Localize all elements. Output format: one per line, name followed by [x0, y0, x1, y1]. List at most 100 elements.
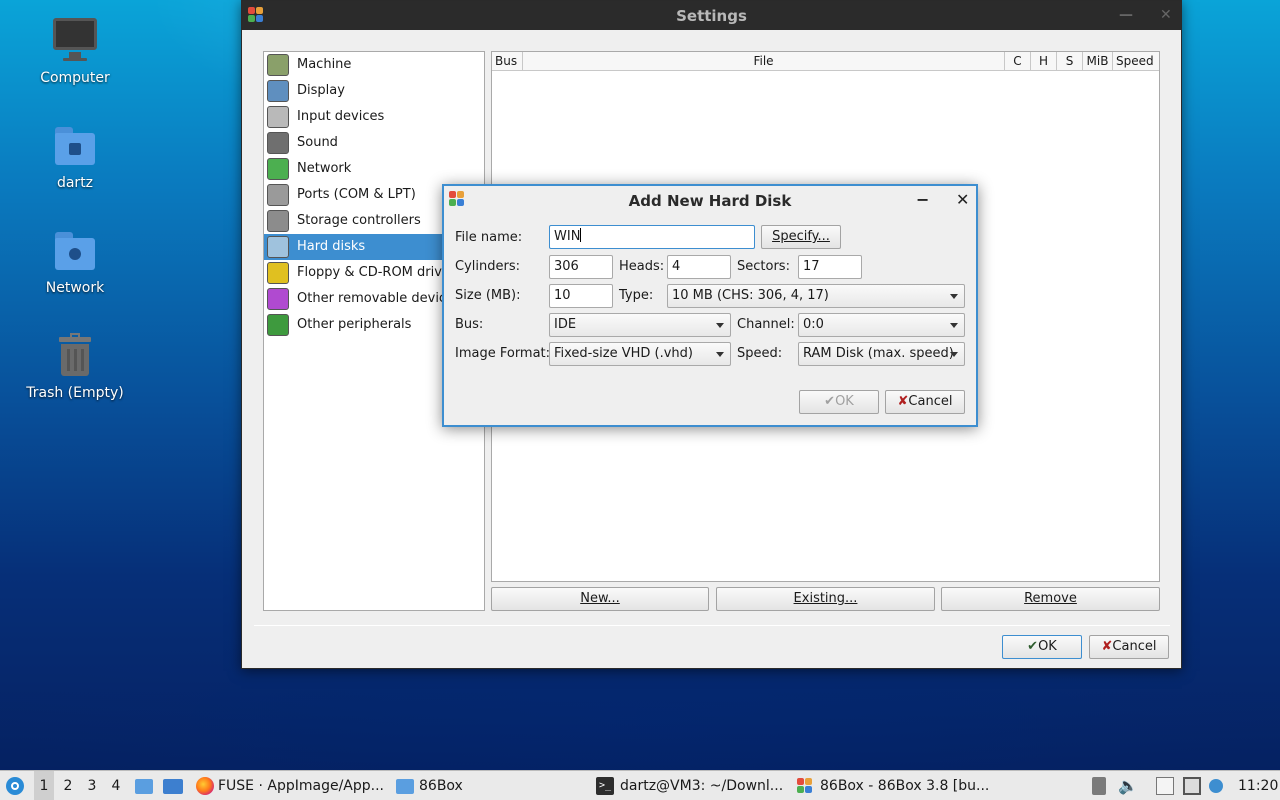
dialog-cancel-button[interactable]: ✘Cancel [885, 390, 965, 414]
desktop-icon-label: Trash (Empty) [26, 385, 124, 401]
tray-up-icon[interactable] [1092, 777, 1106, 795]
remove-disk-button[interactable]: Remove [941, 587, 1160, 611]
settings-titlebar[interactable]: Settings — ✕ [242, 1, 1181, 30]
category-label: Other peripherals [297, 317, 412, 332]
terminal-icon: >_ [596, 777, 614, 795]
specify-button[interactable]: Specify... [761, 225, 841, 249]
update-notifier-icon[interactable] [1209, 779, 1223, 793]
existing-disk-button[interactable]: Existing... [716, 587, 935, 611]
category-label: Input devices [297, 109, 385, 124]
ports-icon [267, 184, 289, 206]
size-input[interactable]: 10 [549, 284, 613, 308]
task-86box-folder[interactable]: 86Box [392, 771, 582, 800]
desktop-icon-trash[interactable]: Trash (Empty) [15, 331, 135, 401]
chevron-down-icon [950, 352, 958, 357]
category-label: Display [297, 83, 345, 98]
column-header-file[interactable]: File [523, 52, 1005, 70]
sectors-input[interactable]: 17 [798, 255, 862, 279]
hard-disk-icon [267, 236, 289, 258]
network-status-icon[interactable] [1183, 777, 1201, 795]
button-label: New... [580, 591, 620, 606]
speed-select-value: RAM Disk (max. speed) [803, 346, 954, 361]
minimize-icon[interactable]: — [1119, 7, 1133, 23]
settings-cancel-button[interactable]: ✘Cancel [1089, 635, 1169, 659]
app-menu-icon[interactable] [6, 777, 24, 795]
heads-input[interactable]: 4 [667, 255, 731, 279]
button-label: Existing... [793, 591, 858, 606]
type-select[interactable]: 10 MB (CHS: 306, 4, 17) [667, 284, 965, 308]
button-label: Remove [1024, 591, 1077, 606]
workspace-3[interactable]: 3 [82, 771, 102, 800]
trash-icon [51, 331, 99, 379]
column-header-speed[interactable]: Speed [1113, 52, 1159, 70]
settings-title: Settings [676, 7, 747, 25]
category-input-devices[interactable]: Input devices [264, 104, 484, 130]
new-disk-button[interactable]: New... [491, 587, 709, 611]
category-label: Floppy & CD-ROM drives [297, 265, 457, 280]
peripherals-icon [267, 314, 289, 336]
cancel-x-icon: ✘ [1101, 639, 1113, 654]
button-label: Cancel [1112, 639, 1157, 654]
column-header-mib[interactable]: MiB [1083, 52, 1113, 70]
input-devices-icon [267, 106, 289, 128]
sectors-label: Sectors: [737, 259, 790, 274]
workspace-1[interactable]: 1 [34, 771, 54, 800]
clipboard-icon[interactable] [1156, 777, 1174, 795]
minimize-icon[interactable]: − [916, 190, 929, 209]
dialog-ok-button[interactable]: ✔OK [799, 390, 879, 414]
desktop-icon-network[interactable]: Network [15, 226, 135, 296]
category-display[interactable]: Display [264, 78, 484, 104]
category-network[interactable]: Network [264, 156, 484, 182]
chevron-down-icon [716, 352, 724, 357]
bus-select[interactable]: IDE [549, 313, 731, 337]
image-format-label: Image Format: [455, 346, 551, 361]
category-sound[interactable]: Sound [264, 130, 484, 156]
floppy-cdrom-icon [267, 262, 289, 284]
file-manager-launcher-icon[interactable] [135, 779, 153, 794]
button-label: OK [835, 394, 854, 409]
ok-check-icon: ✔ [1027, 639, 1039, 654]
heads-label: Heads: [619, 259, 665, 274]
cylinders-input[interactable]: 306 [549, 255, 613, 279]
file-name-label: File name: [455, 230, 523, 245]
image-format-select-value: Fixed-size VHD (.vhd) [554, 346, 693, 361]
chevron-down-icon [950, 294, 958, 299]
column-header-h[interactable]: H [1031, 52, 1057, 70]
taskbar: 1 2 3 4 FUSE · AppImage/App... 86Box >_ … [0, 770, 1280, 800]
task-terminal[interactable]: >_ dartz@VM3: ~/Downl... [592, 771, 788, 800]
channel-select[interactable]: 0:0 [798, 313, 965, 337]
task-firefox[interactable]: FUSE · AppImage/App... [192, 771, 384, 800]
dialog-titlebar[interactable]: Add New Hard Disk − ✕ [444, 186, 976, 214]
bus-select-value: IDE [554, 317, 577, 332]
desktop-icon-computer[interactable]: Computer [15, 16, 135, 86]
column-header-c[interactable]: C [1005, 52, 1031, 70]
firefox-icon [196, 777, 214, 795]
button-label: Specify... [772, 229, 830, 244]
category-machine[interactable]: Machine [264, 52, 484, 78]
channel-select-value: 0:0 [803, 317, 824, 332]
volume-icon[interactable]: 🔈 [1118, 771, 1138, 800]
category-label: Ports (COM & LPT) [297, 187, 416, 202]
task-86box-settings[interactable]: 86Box - 86Box 3.8 [bu... [792, 771, 990, 800]
clock[interactable]: 11:20 [1238, 771, 1278, 800]
settings-ok-button[interactable]: ✔OK [1002, 635, 1082, 659]
image-format-select[interactable]: Fixed-size VHD (.vhd) [549, 342, 731, 366]
workspace-2[interactable]: 2 [58, 771, 78, 800]
column-header-bus[interactable]: Bus [492, 52, 523, 70]
category-label: Other removable devices [297, 291, 461, 306]
add-hard-disk-dialog: Add New Hard Disk − ✕ File name: WIN Spe… [442, 184, 978, 427]
task-label: 86Box - 86Box 3.8 [bu... [820, 778, 990, 794]
close-icon[interactable]: ✕ [1160, 7, 1172, 23]
speed-select[interactable]: RAM Disk (max. speed) [798, 342, 965, 366]
speed-label: Speed: [737, 346, 783, 361]
close-icon[interactable]: ✕ [956, 190, 969, 209]
file-name-value: WIN [554, 229, 581, 244]
file-name-input[interactable]: WIN [549, 225, 755, 249]
desktop-icon-home[interactable]: dartz [15, 121, 135, 191]
dialog-title: Add New Hard Disk [628, 192, 792, 210]
machine-icon [267, 54, 289, 76]
show-desktop-icon[interactable] [163, 779, 183, 794]
workspace-4[interactable]: 4 [106, 771, 126, 800]
type-select-value: 10 MB (CHS: 306, 4, 17) [672, 288, 829, 303]
column-header-s[interactable]: S [1057, 52, 1083, 70]
